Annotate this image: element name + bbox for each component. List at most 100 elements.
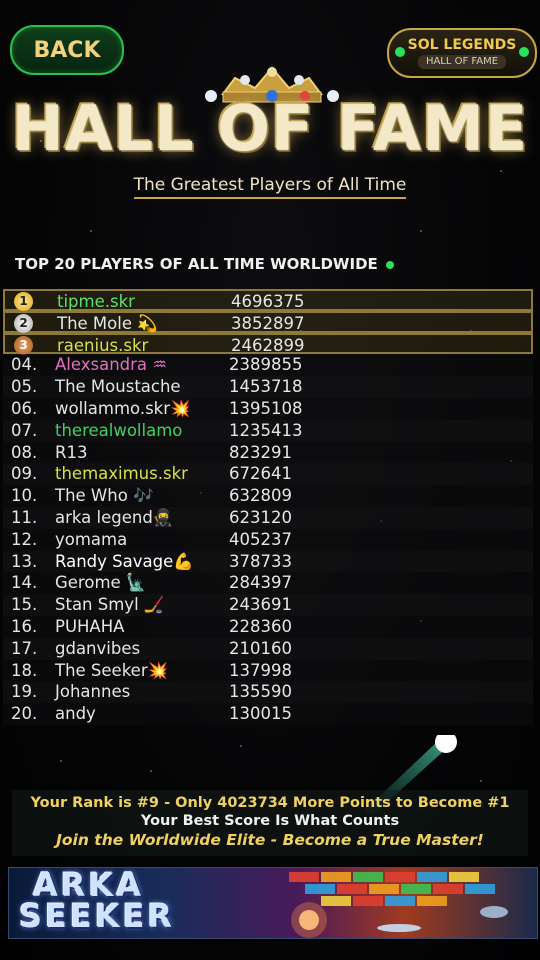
player-score: 2462899: [231, 335, 305, 355]
player-name: yomama: [55, 529, 128, 549]
logo-line-2: SEEKER: [19, 897, 176, 935]
player-rank: 13.: [11, 551, 38, 571]
silver-medal-icon: 2: [14, 313, 33, 333]
leaderboard-row: 19. Johannes 135590: [3, 681, 533, 704]
leaderboard-row: 16. PUHAHA 228360: [3, 615, 533, 638]
player-score: 623120: [229, 507, 292, 527]
player-score: 135590: [229, 682, 292, 702]
player-name: The Moustache: [55, 377, 181, 397]
player-name: arka legend🥷: [55, 507, 174, 527]
back-button[interactable]: BACK: [10, 25, 124, 75]
player-name: PUHAHA: [55, 616, 125, 636]
player-name: andy: [55, 704, 96, 724]
player-name: tipme.skr: [57, 292, 135, 311]
player-rank: 04.: [11, 355, 38, 375]
player-rank: 14.: [11, 573, 38, 593]
player-name: wollammo.skr💥: [55, 398, 191, 418]
badge-title: SOL LEGENDS: [407, 37, 517, 53]
player-rank: 16.: [11, 616, 38, 636]
player-score: 130015: [229, 704, 292, 724]
player-name: gdanvibes: [55, 638, 141, 658]
leaderboard-row: 3 raenius.skr 2462899: [3, 332, 533, 355]
player-name: Stan Smyl 🏒: [55, 595, 165, 615]
player-score: 3852897: [231, 313, 305, 333]
arka-seeker-logo: ARKA SEEKER: [19, 869, 176, 935]
badge-light-left: [395, 47, 405, 57]
player-rank: 08.: [11, 442, 38, 462]
leaderboard-row: 04. Alexsandra ♒ 2389855: [3, 354, 533, 377]
player-score: 632809: [229, 486, 292, 506]
player-name: The Who 🎶: [55, 486, 154, 506]
page-title: HALL OF FAME: [11, 92, 529, 165]
player-score: 210160: [229, 638, 292, 658]
player-score: 284397: [229, 573, 292, 593]
bronze-medal-icon: 3: [14, 335, 33, 355]
rank-message-box: Your Rank is #9 - Only 4023734 More Poin…: [12, 790, 528, 856]
player-name: raenius.skr: [57, 335, 149, 355]
player-rank: 20.: [11, 704, 38, 724]
elite-message: Join the Worldwide Elite - Become a True…: [56, 831, 484, 849]
player-rank: 06.: [11, 398, 38, 418]
badge-light-right: [519, 47, 529, 57]
player-score: 672641: [229, 464, 292, 484]
arka-seeker-banner[interactable]: ARKA SEEKER: [8, 867, 538, 939]
leaderboard-row: 15. Stan Smyl 🏒 243691: [3, 594, 533, 616]
leaderboard-row: 2 The Mole 💫 3852897: [3, 310, 533, 333]
player-name: themaximus.skr: [55, 464, 188, 484]
player-rank: 18.: [11, 660, 38, 680]
rank-message: Your Rank is #9 - Only 4023734 More Poin…: [30, 795, 510, 811]
leaderboard-row: 11. arka legend🥷 623120: [3, 506, 533, 529]
player-score: 243691: [229, 595, 292, 615]
section-title: TOP 20 PLAYERS OF ALL TIME WORLDWIDE: [15, 255, 394, 273]
player-name: Randy Savage💪: [55, 551, 194, 571]
leaderboard-row: 05. The Moustache 1453718: [3, 376, 533, 398]
player-name: Gerome 🗽: [55, 573, 147, 593]
leaderboard-row: 07. therealwollamo 1235413: [3, 419, 533, 442]
sol-legends-badge: SOL LEGENDS HALL OF FAME: [387, 28, 537, 78]
player-score: 1453718: [229, 377, 303, 397]
player-rank: 07.: [11, 420, 38, 440]
player-rank: 15.: [11, 595, 38, 615]
leaderboard-row: 17. gdanvibes 210160: [3, 637, 533, 660]
leaderboard-row: 14. Gerome 🗽 284397: [3, 572, 533, 595]
player-name: Johannes: [55, 682, 131, 702]
player-name: Alexsandra ♒: [55, 355, 168, 375]
gold-medal-icon: 1: [14, 292, 33, 311]
section-title-text: TOP 20 PLAYERS OF ALL TIME WORLDWIDE: [15, 255, 378, 273]
player-name: R13: [55, 442, 88, 462]
player-name: therealwollamo: [55, 420, 183, 440]
player-rank: 19.: [11, 682, 38, 702]
player-score: 405237: [229, 529, 292, 549]
player-score: 1235413: [229, 420, 303, 440]
leaderboard-row: 10. The Who 🎶 632809: [3, 485, 533, 507]
leaderboard-row: 12. yomama 405237: [3, 528, 533, 551]
player-name: The Seeker💥: [55, 660, 169, 680]
leaderboard-row: 1 tipme.skr 4696375: [3, 289, 533, 311]
player-rank: 11.: [11, 507, 38, 527]
player-score: 4696375: [231, 292, 305, 311]
leaderboard-row: 09. themaximus.skr 672641: [3, 463, 533, 486]
player-score: 137998: [229, 660, 292, 680]
bricks-artwork-icon: [289, 872, 508, 938]
leaderboard-row: 13. Randy Savage💪 378733: [3, 550, 533, 573]
player-score: 2389855: [229, 355, 303, 375]
leaderboard-row: 20. andy 130015: [3, 703, 533, 725]
player-rank: 05.: [11, 377, 38, 397]
player-score: 823291: [229, 442, 292, 462]
player-rank: 12.: [11, 529, 38, 549]
leaderboard-row: 08. R13 823291: [3, 441, 533, 464]
badge-subtitle: HALL OF FAME: [417, 55, 507, 69]
live-indicator-icon: [385, 260, 394, 269]
player-score: 378733: [229, 551, 292, 571]
player-name: The Mole 💫: [57, 313, 158, 333]
best-score-message: Your Best Score Is What Counts: [140, 813, 400, 829]
leaderboard-row: 18. The Seeker💥 137998: [3, 659, 533, 682]
player-rank: 09.: [11, 464, 38, 484]
player-score: 228360: [229, 616, 292, 636]
leaderboard: 1 tipme.skr 4696375 2 The Mole 💫 3852897 3 raen…: [3, 289, 533, 725]
player-rank: 17.: [11, 638, 38, 658]
page-subtitle: The Greatest Players of All Time: [0, 175, 540, 199]
subtitle-text: The Greatest Players of All Time: [133, 175, 407, 199]
player-rank: 10.: [11, 486, 38, 506]
player-score: 1395108: [229, 398, 303, 418]
